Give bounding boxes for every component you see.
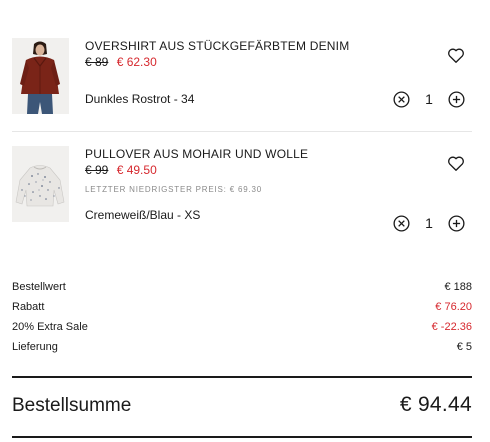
cart-item: PULLOVER AUS MOHAIR UND WOLLE € 99 € 49.… [12,144,472,240]
quantity-value: 1 [425,215,433,231]
wishlist-heart-icon[interactable] [447,155,465,172]
summary-row-discount: Rabatt € 76.20 [12,299,472,319]
quantity-stepper: 1 [393,214,465,232]
product-variant: Cremeweiß/Blau - XS [85,208,201,222]
summary-value: € 5 [456,341,472,353]
product-name[interactable]: PULLOVER AUS MOHAIR UND WOLLE [85,147,308,161]
total-divider-bottom [12,436,472,438]
sale-price: € 62.30 [116,55,157,69]
product-price: € 99 € 49.50 [85,163,157,177]
summary-value: € 76.20 [435,301,472,313]
product-price: € 89 € 62.30 [85,55,157,69]
increase-plus-icon[interactable] [448,90,465,108]
remove-x-icon[interactable] [393,90,410,108]
quantity-stepper: 1 [393,90,465,108]
summary-row-order-value: Bestellwert € 188 [12,279,472,299]
summary-label: 20% Extra Sale [12,321,88,333]
order-summary: Bestellwert € 188 Rabatt € 76.20 20% Ext… [12,279,472,359]
sale-price: € 49.50 [116,163,157,177]
item-divider [12,131,472,132]
summary-label: Bestellwert [12,281,66,293]
order-total: Bestellsumme € 94.44 [12,393,472,421]
summary-value: € 188 [444,281,472,293]
wishlist-heart-icon[interactable] [447,47,465,64]
summary-label: Rabatt [12,301,45,313]
product-name[interactable]: OVERSHIRT AUS STÜCKGEFÄRBTEM DENIM [85,39,349,53]
product-image-overshirt[interactable] [12,38,69,114]
product-variant: Dunkles Rostrot - 34 [85,92,195,106]
summary-label: Lieferung [12,341,58,353]
quantity-value: 1 [425,91,433,107]
lowest-price-note: LETZTER NIEDRIGSTER PREIS: € 69.30 [85,185,263,194]
summary-row-extra-sale: 20% Extra Sale € -22.36 [12,319,472,339]
original-price: € 89 [85,55,109,69]
product-image-pullover[interactable] [12,146,69,222]
increase-plus-icon[interactable] [448,214,465,232]
total-value: € 94.44 [399,393,472,416]
original-price: € 99 [85,163,109,177]
cart-item: OVERSHIRT AUS STÜCKGEFÄRBTEM DENIM € 89 … [12,36,472,132]
summary-value: € -22.36 [431,321,472,333]
total-label: Bestellsumme [12,395,132,416]
total-divider-top [12,376,472,378]
remove-x-icon[interactable] [393,214,410,232]
summary-row-delivery: Lieferung € 5 [12,339,472,359]
